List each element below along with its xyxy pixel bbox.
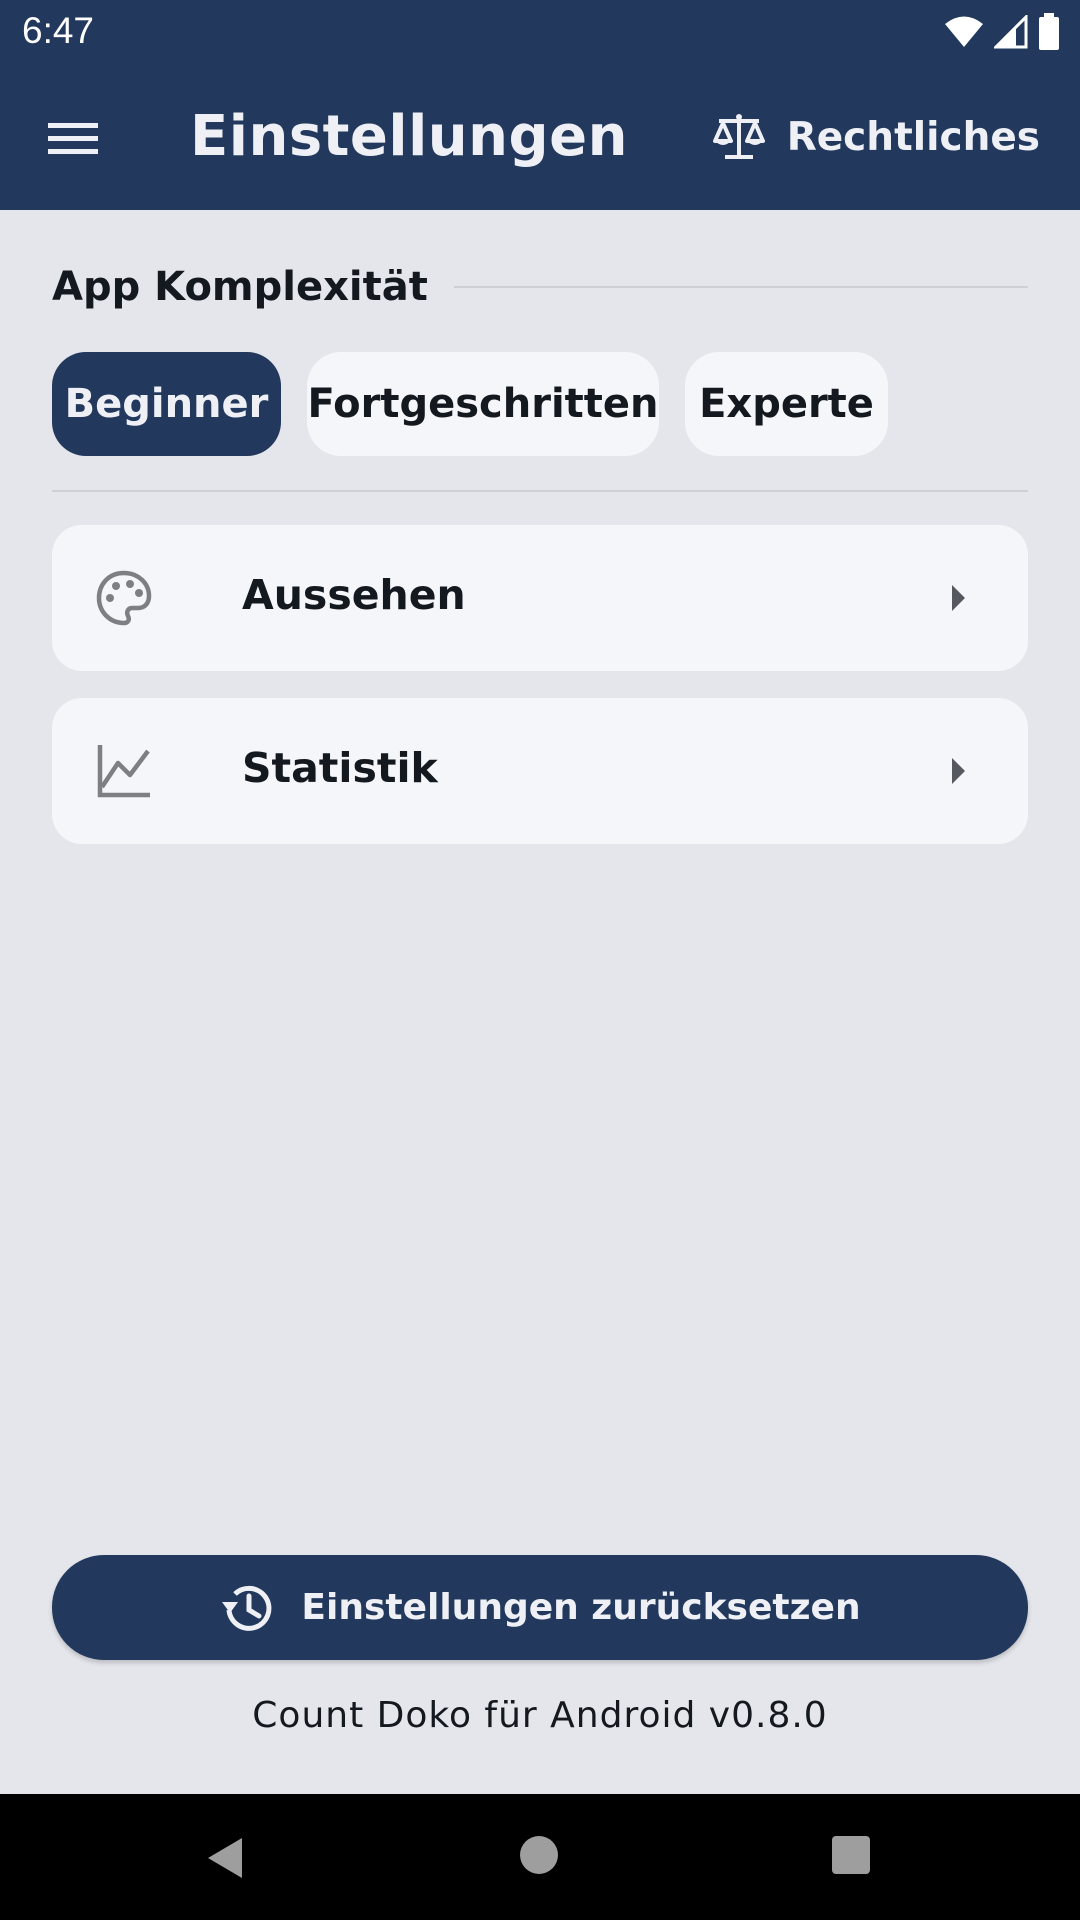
home-icon[interactable] (520, 1836, 558, 1874)
settings-item-label: Statistik (242, 744, 438, 792)
complexity-option-beginner[interactable]: Beginner (52, 352, 281, 456)
section-divider (453, 286, 1028, 288)
system-nav-bar (0, 1794, 1080, 1920)
complexity-option-fortgeschritten[interactable]: Fortgeschritten (307, 352, 659, 456)
status-bar: 6:47 (0, 0, 1080, 64)
settings-item-statistik[interactable]: Statistik (52, 698, 1028, 844)
chevron-right-icon (952, 585, 965, 611)
wifi-icon (945, 16, 983, 47)
complexity-title: App Komplexität (52, 264, 428, 310)
status-icons (944, 12, 1060, 52)
app-version: Count Doko für Android v0.8.0 (252, 1695, 828, 1736)
back-icon[interactable] (204, 1836, 246, 1880)
page-title: Einstellungen (190, 104, 628, 169)
reset-button-label: Einstellungen zurücksetzen (301, 1587, 861, 1628)
chevron-right-icon (952, 758, 965, 784)
reset-settings-button[interactable]: Einstellungen zurücksetzen (52, 1555, 1028, 1660)
settings-item-aussehen[interactable]: Aussehen (52, 525, 1028, 671)
recents-icon[interactable] (832, 1836, 870, 1874)
status-time: 6:47 (22, 10, 95, 51)
signal-icon (994, 15, 1028, 49)
chart-icon (97, 745, 150, 798)
divider (52, 490, 1028, 492)
palette-icon (96, 570, 152, 626)
settings-item-label: Aussehen (242, 571, 466, 619)
legal-button[interactable]: Rechtliches (711, 100, 1040, 174)
scale-icon (712, 114, 765, 159)
menu-button[interactable] (40, 107, 106, 167)
legal-label: Rechtliches (786, 114, 1040, 160)
history-icon (222, 1585, 272, 1631)
complexity-option-experte[interactable]: Experte (685, 352, 888, 456)
menu-icon (48, 123, 98, 154)
complexity-section-header: App Komplexität (52, 262, 1028, 312)
battery-icon (1039, 13, 1059, 50)
app-bar: Einstellungen Rechtliches (0, 64, 1080, 210)
